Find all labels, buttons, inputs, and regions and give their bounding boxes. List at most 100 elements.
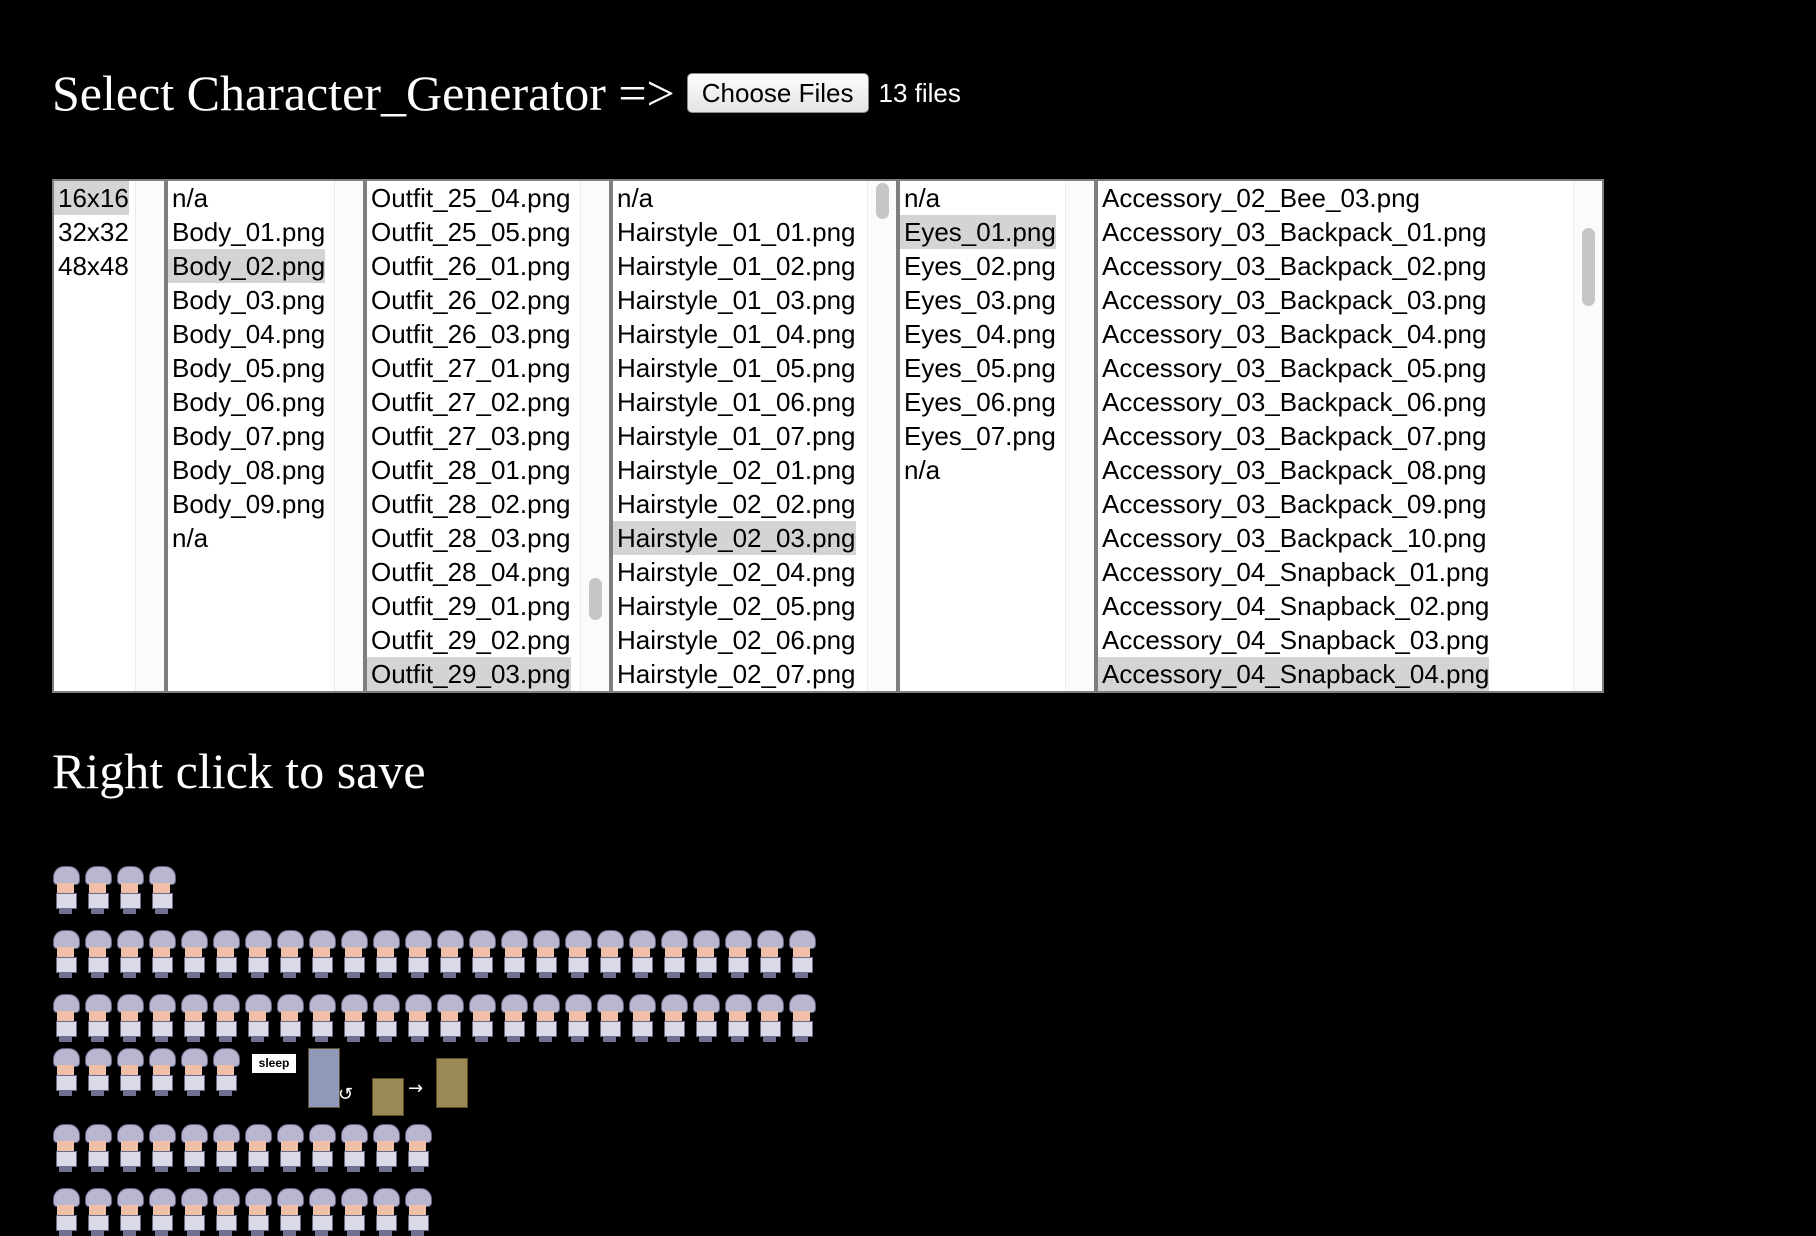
accessory-option[interactable]: Accessory_03_Backpack_07.png (1098, 419, 1489, 453)
eyes-select[interactable]: n/a Eyes_01.png Eyes_02.png Eyes_03.png Eyes… (898, 179, 1096, 693)
hairstyle-option[interactable]: Hairstyle_01_01.png (613, 215, 856, 249)
character-sprite (212, 1124, 240, 1172)
accessory-select-scroll-thumb[interactable] (1582, 228, 1595, 306)
hairstyle-option[interactable]: Hairstyle_01_02.png (613, 249, 856, 283)
outfit-option[interactable]: Outfit_29_03.png (367, 657, 571, 691)
accessory-option[interactable]: Accessory_03_Backpack_04.png (1098, 317, 1489, 351)
character-sprite (212, 1048, 240, 1096)
accessory-option[interactable]: Accessory_04_Snapback_02.png (1098, 589, 1489, 623)
eyes-option[interactable]: n/a (900, 181, 1056, 215)
eyes-option[interactable]: Eyes_01.png (900, 215, 1056, 249)
character-sprite (692, 930, 720, 978)
accessory-select[interactable]: Accessory_02_Bee_03.png Accessory_03_Back… (1096, 179, 1604, 693)
hairstyle-option[interactable]: Hairstyle_02_07.png (613, 657, 856, 691)
outfit-option[interactable]: Outfit_25_05.png (367, 215, 571, 249)
accessory-option[interactable]: Accessory_04_Snapback_04.png (1098, 657, 1490, 691)
hairstyle-option[interactable]: Hairstyle_02_01.png (613, 453, 856, 487)
hairstyle-select[interactable]: n/a Hairstyle_01_01.png Hairstyle_01_02.pn… (611, 179, 898, 693)
outfit-option[interactable]: Outfit_28_01.png (367, 453, 571, 487)
eyes-option[interactable]: Eyes_03.png (900, 283, 1056, 317)
eyes-select-scrollbar[interactable] (1065, 181, 1094, 691)
accessory-option[interactable]: Accessory_03_Backpack_01.png (1098, 215, 1489, 249)
character-sprite (84, 1188, 112, 1236)
character-sprite (660, 994, 688, 1042)
outfit-option[interactable]: Outfit_29_02.png (367, 623, 571, 657)
hairstyle-option[interactable]: Hairstyle_02_03.png (613, 521, 856, 555)
hairstyle-option[interactable]: Hairstyle_02_04.png (613, 555, 856, 589)
outfit-option[interactable]: Outfit_26_02.png (367, 283, 571, 317)
accessory-option[interactable]: Accessory_03_Backpack_03.png (1098, 283, 1489, 317)
size-select-scrollbar[interactable] (135, 181, 164, 691)
outfit-option[interactable]: Outfit_26_03.png (367, 317, 571, 351)
hairstyle-option[interactable]: Hairstyle_01_06.png (613, 385, 856, 419)
accessory-option[interactable]: Accessory_02_Bee_03.png (1098, 181, 1489, 215)
accessory-option[interactable]: Accessory_04_Snapback_03.png (1098, 623, 1489, 657)
body-option[interactable]: n/a (168, 521, 325, 555)
hairstyle-option[interactable]: Hairstyle_01_03.png (613, 283, 856, 317)
character-sprite (532, 994, 560, 1042)
character-sprite (532, 930, 560, 978)
hairstyle-select-scrollbar[interactable] (867, 181, 896, 691)
accessory-option[interactable]: Accessory_03_Backpack_06.png (1098, 385, 1489, 419)
accessory-option[interactable]: Accessory_04_Snapback_01.png (1098, 555, 1489, 589)
body-option[interactable]: Body_04.png (168, 317, 325, 351)
outfit-select-scrollbar[interactable] (580, 181, 609, 691)
outfit-option[interactable]: Outfit_27_01.png (367, 351, 571, 385)
accessory-option[interactable]: Accessory_03_Backpack_08.png (1098, 453, 1489, 487)
hairstyle-select-scroll-thumb[interactable] (876, 183, 889, 219)
character-sprite (116, 1188, 144, 1236)
accessory-select-scrollbar[interactable] (1573, 181, 1602, 691)
eyes-option[interactable]: Eyes_04.png (900, 317, 1056, 351)
outfit-option[interactable]: Outfit_25_04.png (367, 181, 571, 215)
hairstyle-option[interactable]: Hairstyle_01_07.png (613, 419, 856, 453)
hairstyle-option[interactable]: Hairstyle_02_05.png (613, 589, 856, 623)
body-option[interactable]: Body_02.png (168, 249, 326, 283)
hairstyle-option[interactable]: Hairstyle_01_04.png (613, 317, 856, 351)
body-option[interactable]: Body_03.png (168, 283, 325, 317)
body-option[interactable]: Body_08.png (168, 453, 325, 487)
hairstyle-option[interactable]: Hairstyle_02_02.png (613, 487, 856, 521)
size-option[interactable]: 48x48 (54, 249, 129, 283)
hairstyle-option[interactable]: n/a (613, 181, 856, 215)
outfit-option[interactable]: Outfit_28_02.png (367, 487, 571, 521)
accessory-option[interactable]: Accessory_03_Backpack_05.png (1098, 351, 1489, 385)
accessory-option[interactable]: Accessory_03_Backpack_10.png (1098, 521, 1489, 555)
outfit-select-scroll-thumb[interactable] (589, 578, 602, 620)
sprite-sheet[interactable]: sleep ↺ → (52, 866, 832, 1236)
eyes-option[interactable]: Eyes_07.png (900, 419, 1056, 453)
eyes-option[interactable]: Eyes_06.png (900, 385, 1056, 419)
character-sprite (788, 930, 816, 978)
size-option[interactable]: 16x16 (54, 181, 129, 215)
body-option[interactable]: Body_06.png (168, 385, 325, 419)
hairstyle-option[interactable]: Hairstyle_02_06.png (613, 623, 856, 657)
character-sprite (212, 930, 240, 978)
sprite-row-walk (52, 930, 820, 978)
character-sprite (372, 930, 400, 978)
character-sprite (276, 1124, 304, 1172)
outfit-option[interactable]: Outfit_28_04.png (367, 555, 571, 589)
body-select[interactable]: n/a Body_01.png Body_02.png Body_03.png Body… (166, 179, 365, 693)
outfit-option[interactable]: Outfit_28_03.png (367, 521, 571, 555)
body-option[interactable]: Body_07.png (168, 419, 325, 453)
choose-files-button[interactable]: Choose Files (686, 73, 869, 113)
body-option[interactable]: Body_09.png (168, 487, 325, 521)
eyes-option[interactable]: Eyes_02.png (900, 249, 1056, 283)
outfit-option[interactable]: Outfit_27_02.png (367, 385, 571, 419)
body-option[interactable]: n/a (168, 181, 325, 215)
character-sprite (724, 930, 752, 978)
body-option[interactable]: Body_01.png (168, 215, 325, 249)
body-option[interactable]: Body_05.png (168, 351, 325, 385)
hairstyle-option[interactable]: Hairstyle_01_05.png (613, 351, 856, 385)
body-select-scrollbar[interactable] (334, 181, 363, 691)
accessory-option[interactable]: Accessory_03_Backpack_02.png (1098, 249, 1489, 283)
eyes-option[interactable]: Eyes_05.png (900, 351, 1056, 385)
outfit-select[interactable]: Outfit_25_04.png Outfit_25_05.png Outfit_2… (365, 179, 611, 693)
size-select[interactable]: 16x16 32x32 48x48 (52, 179, 166, 693)
outfit-option[interactable]: Outfit_29_01.png (367, 589, 571, 623)
character-sprite (436, 930, 464, 978)
accessory-option[interactable]: Accessory_03_Backpack_09.png (1098, 487, 1489, 521)
size-option[interactable]: 32x32 (54, 215, 129, 249)
outfit-option[interactable]: Outfit_26_01.png (367, 249, 571, 283)
outfit-option[interactable]: Outfit_27_03.png (367, 419, 571, 453)
eyes-option[interactable]: n/a (900, 453, 1056, 487)
